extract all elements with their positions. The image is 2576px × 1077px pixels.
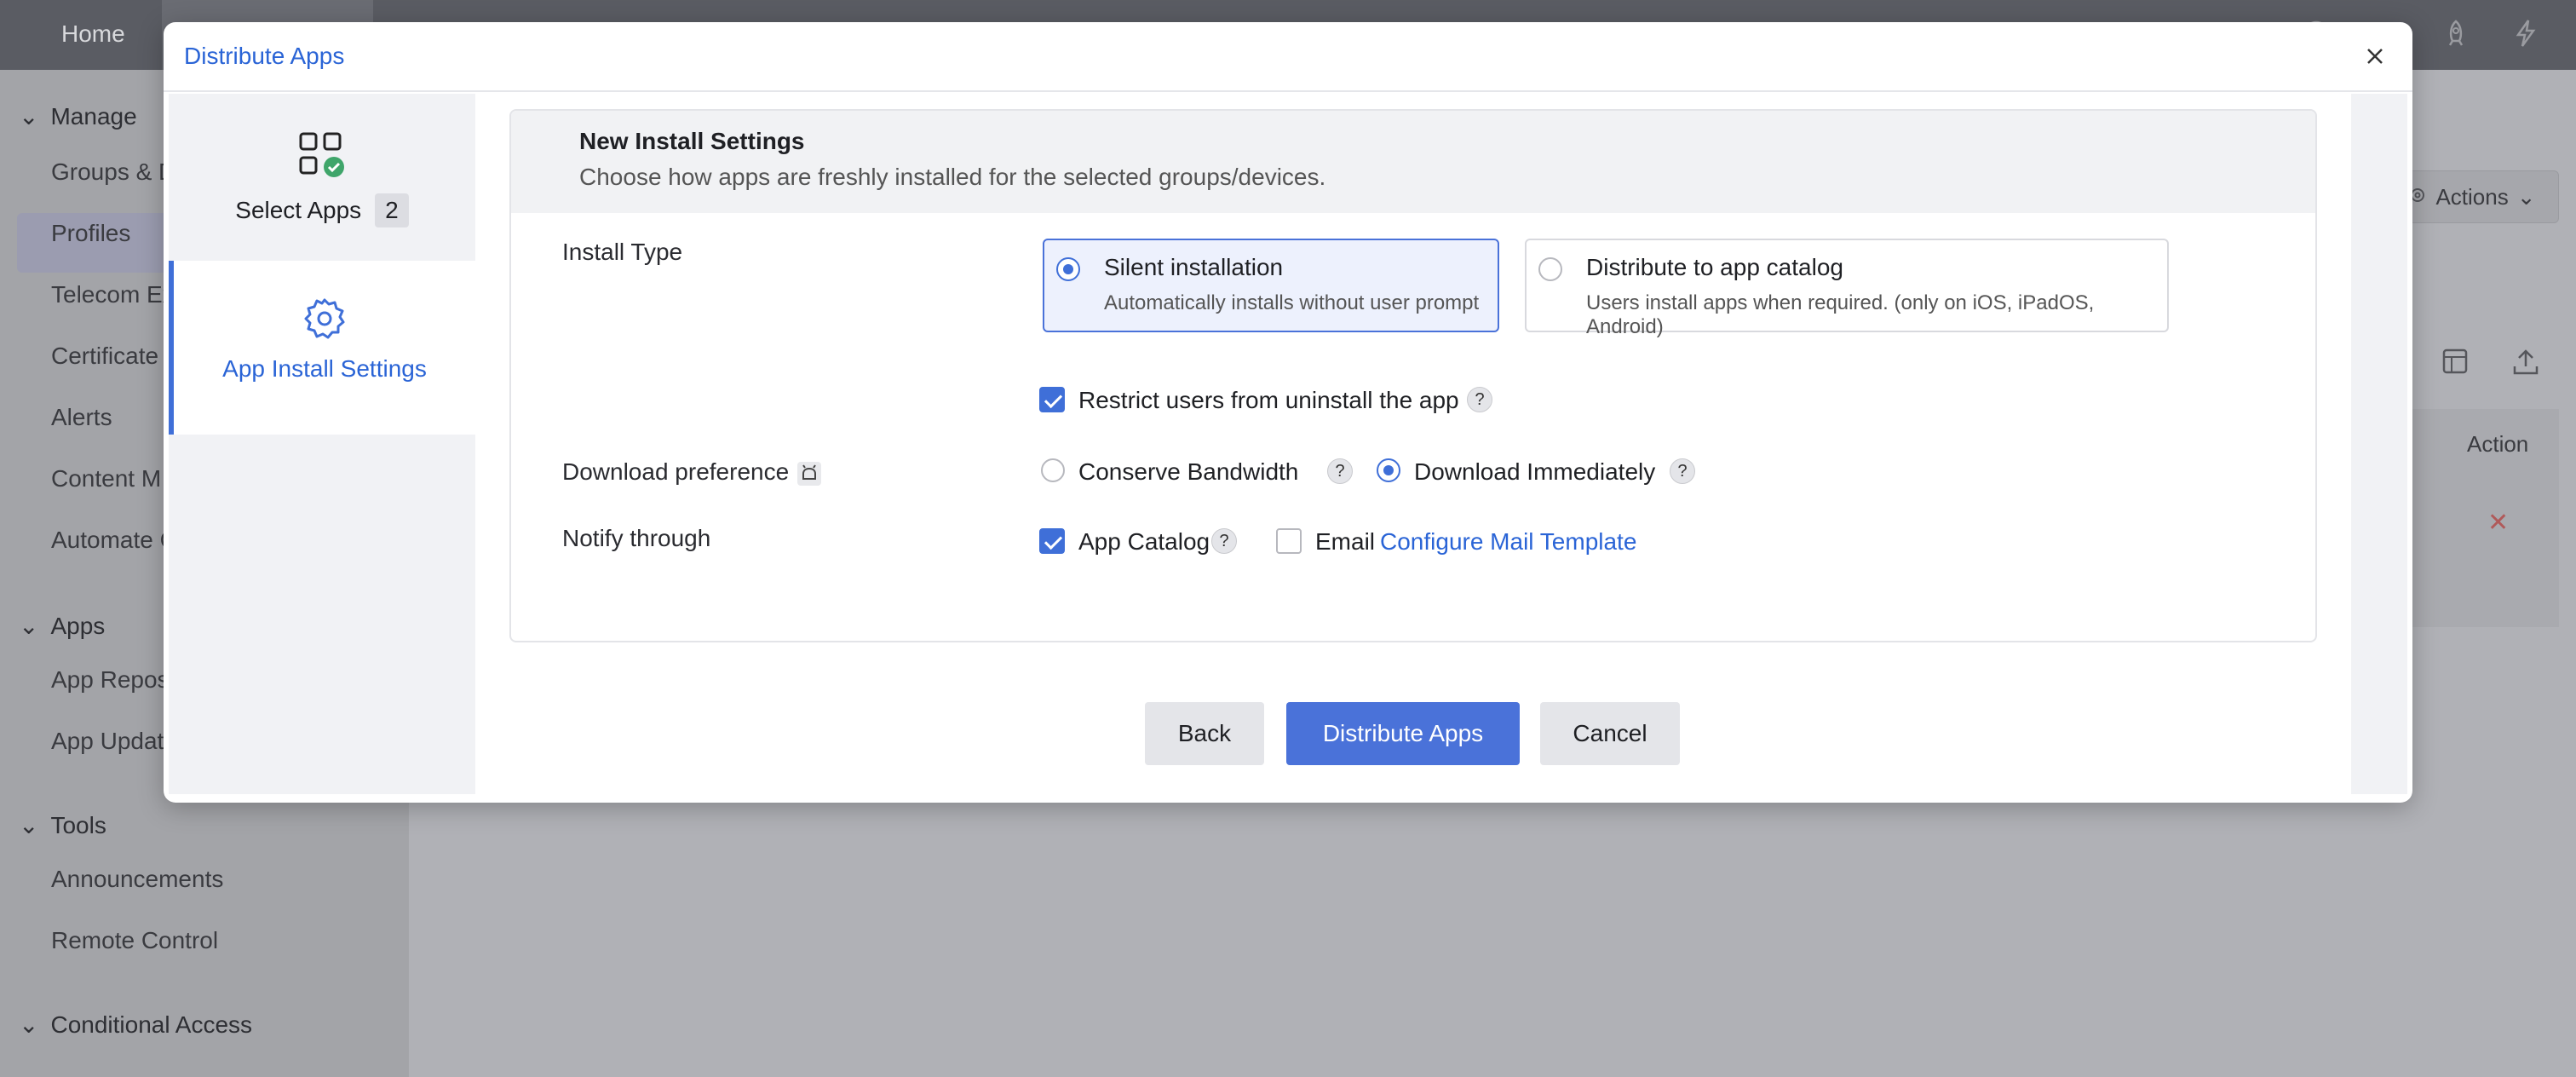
sidebar-item-app-updates[interactable]: App Updat (51, 728, 164, 755)
help-icon[interactable]: ? (1211, 528, 1237, 554)
option-description: Users install apps when required. (only … (1586, 291, 2095, 338)
restrict-uninstall-checkbox[interactable] (1039, 387, 1065, 412)
step-select-apps[interactable]: Select Apps 2 (169, 94, 475, 261)
email-checkbox[interactable] (1276, 528, 1302, 554)
gear-icon (302, 297, 347, 345)
step-label-select-apps: Select Apps (235, 197, 362, 223)
option-title: Distribute to app catalog (1586, 254, 1843, 280)
scrollbar-track[interactable] (2351, 94, 2407, 794)
sidebar-section-manage[interactable]: ⌄ Manage (19, 102, 137, 130)
restrict-uninstall-label: Restrict users from uninstall the app (1078, 387, 1459, 413)
android-icon (796, 460, 823, 492)
option-title: Silent installation (1104, 254, 1284, 280)
option-distribute-to-app-catalog[interactable]: Distribute to app catalog Users install … (1525, 239, 2169, 338)
column-settings-icon[interactable] (2441, 348, 2470, 381)
distribute-apps-dialog: Distribute Apps Select Apps 2 App Instal… (164, 22, 2412, 803)
radio-download-immediately[interactable] (1377, 458, 1400, 482)
option-description: Automatically installs without user prom… (1104, 291, 1480, 314)
sidebar-section-tools[interactable]: ⌄ Tools (19, 811, 106, 839)
card-header: New Install Settings Choose how apps are… (511, 111, 2315, 213)
sidebar-item-automate[interactable]: Automate C (51, 527, 177, 554)
conserve-bandwidth-label: Conserve Bandwidth (1078, 458, 1299, 485)
sidebar-item-profiles[interactable]: Profiles (51, 220, 130, 247)
radio-silent-installation[interactable] (1056, 257, 1080, 281)
chevron-down-icon: ⌄ (19, 812, 39, 838)
sidebar-item-groups[interactable]: Groups & D (51, 158, 175, 186)
chevron-down-icon: ⌄ (19, 613, 39, 639)
configure-mail-template-link[interactable]: Configure Mail Template (1380, 528, 1636, 556)
sidebar-item-announcements[interactable]: Announcements (51, 866, 223, 893)
app-catalog-label: App Catalog (1078, 528, 1210, 555)
nav-home[interactable]: Home (61, 20, 125, 48)
apps-grid-check-icon (298, 131, 346, 183)
install-type-label: Install Type (562, 239, 683, 265)
close-icon[interactable] (2360, 41, 2390, 72)
notify-through-label: Notify through (562, 525, 711, 551)
sidebar-item-alerts[interactable]: Alerts (51, 404, 112, 431)
cancel-button[interactable]: Cancel (1540, 702, 1680, 765)
export-icon[interactable] (2511, 348, 2540, 381)
dialog-header: Distribute Apps (164, 22, 2412, 92)
dialog-title: Distribute Apps (184, 43, 345, 69)
section-title: New Install Settings (579, 128, 805, 154)
help-icon[interactable]: ? (1670, 458, 1695, 484)
section-subtitle: Choose how apps are freshly installed fo… (579, 164, 1326, 190)
delete-row-icon[interactable]: ✕ (2487, 508, 2509, 538)
lightning-icon[interactable] (2510, 17, 2542, 49)
chevron-down-icon: ⌄ (2516, 183, 2536, 210)
step-label-app-install-settings: App Install Settings (222, 355, 427, 382)
download-preference-label: Download preference (562, 458, 790, 485)
back-button[interactable]: Back (1145, 702, 1264, 765)
step-app-install-settings[interactable]: App Install Settings (169, 261, 475, 435)
wizard-steps: Select Apps 2 App Install Settings (169, 94, 475, 794)
radio-conserve-bandwidth[interactable] (1041, 458, 1065, 482)
rocket-icon[interactable] (2440, 17, 2472, 49)
sidebar-item-certificates[interactable]: Certificate (51, 343, 158, 370)
sidebar-item-remote-control[interactable]: Remote Control (51, 927, 218, 954)
download-immediately-label: Download Immediately (1414, 458, 1656, 485)
chevron-down-icon: ⌄ (19, 103, 39, 130)
selected-apps-count-badge: 2 (375, 193, 409, 227)
sidebar-item-telecom[interactable]: Telecom Ex (51, 281, 175, 308)
option-silent-installation[interactable]: Silent installation Automatically instal… (1043, 239, 1499, 332)
radio-distribute-to-app-catalog[interactable] (1538, 257, 1562, 281)
table-header-action: Action (2467, 431, 2529, 457)
sidebar-item-content[interactable]: Content M (51, 465, 161, 492)
app-catalog-checkbox[interactable] (1039, 528, 1065, 554)
distribute-apps-button[interactable]: Distribute Apps (1286, 702, 1520, 765)
sidebar-item-app-repository[interactable]: App Repos (51, 666, 170, 694)
chevron-down-icon: ⌄ (19, 1011, 39, 1038)
help-icon[interactable]: ? (1467, 387, 1492, 412)
email-label: Email (1315, 528, 1376, 555)
sidebar-section-apps[interactable]: ⌄ Apps (19, 612, 105, 640)
help-icon[interactable]: ? (1327, 458, 1353, 484)
new-install-settings-card: New Install Settings Choose how apps are… (509, 109, 2317, 642)
sidebar-section-conditional-access[interactable]: ⌄ Conditional Access (19, 1011, 252, 1039)
